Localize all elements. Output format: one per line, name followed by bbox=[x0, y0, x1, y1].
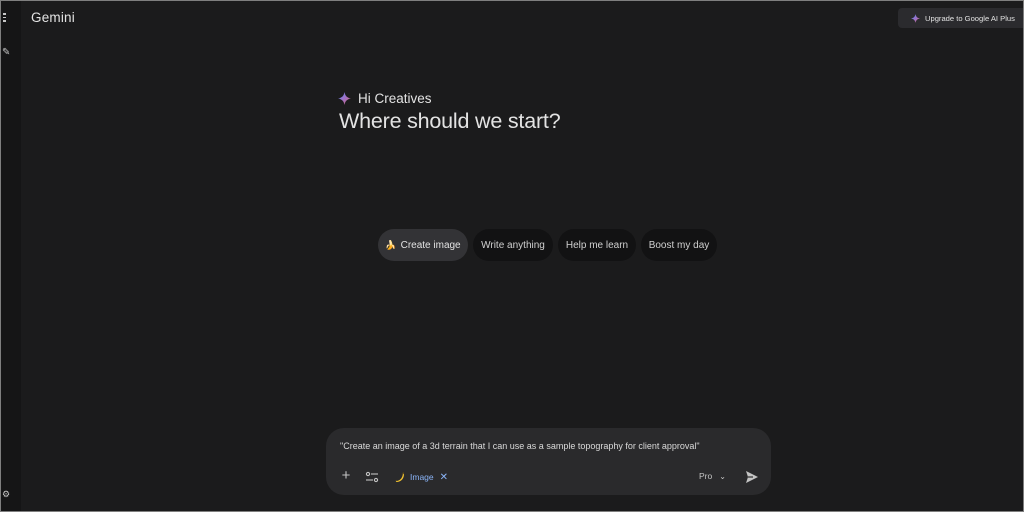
plus-icon[interactable]: + bbox=[339, 468, 353, 483]
upgrade-button[interactable]: Upgrade to Google AI Plus bbox=[898, 8, 1023, 28]
greeting-text: Hi Creatives bbox=[358, 91, 432, 106]
banana-icon: 🍌 bbox=[385, 239, 397, 250]
model-label: Pro bbox=[699, 471, 713, 481]
gemini-spark-icon bbox=[911, 13, 920, 23]
chevron-down-icon: ⌄ bbox=[719, 471, 726, 481]
chip-write-anything[interactable]: Write anything bbox=[473, 229, 553, 261]
send-icon[interactable] bbox=[744, 469, 760, 485]
side-rail: ✎ ⚙ bbox=[1, 1, 21, 511]
chip-label: Create image bbox=[400, 239, 461, 251]
banana-icon bbox=[395, 471, 404, 482]
model-selector[interactable]: Pro ⌄ bbox=[699, 471, 726, 481]
app-title: Gemini bbox=[31, 10, 75, 25]
gemini-spark-icon bbox=[338, 92, 351, 105]
menu-icon[interactable] bbox=[3, 13, 6, 22]
prompt-input[interactable]: "Create an image of a 3d terrain that I … bbox=[340, 441, 700, 451]
chip-create-image[interactable]: 🍌 Create image bbox=[378, 229, 468, 261]
chip-label: Boost my day bbox=[648, 239, 710, 251]
settings-icon[interactable]: ⚙ bbox=[2, 490, 10, 499]
chip-label: Write anything bbox=[481, 239, 545, 251]
chip-boost-my-day[interactable]: Boost my day bbox=[641, 229, 717, 261]
page-title: Where should we start? bbox=[339, 109, 561, 133]
upgrade-label: Upgrade to Google AI Plus bbox=[925, 13, 1015, 23]
image-tool-label: Image bbox=[410, 472, 434, 482]
prompt-composer[interactable]: "Create an image of a 3d terrain that I … bbox=[326, 428, 771, 495]
app-window: ✎ ⚙ Gemini Upgrade to Google AI Plus Hi … bbox=[0, 0, 1024, 512]
chip-help-me-learn[interactable]: Help me learn bbox=[558, 229, 636, 261]
image-tool-chip[interactable]: Image ✕ bbox=[394, 470, 448, 484]
tools-icon[interactable] bbox=[365, 471, 379, 483]
greeting-row: Hi Creatives bbox=[338, 91, 432, 106]
edit-icon[interactable]: ✎ bbox=[2, 48, 10, 58]
chip-label: Help me learn bbox=[565, 239, 629, 251]
close-icon[interactable]: ✕ bbox=[440, 472, 448, 483]
